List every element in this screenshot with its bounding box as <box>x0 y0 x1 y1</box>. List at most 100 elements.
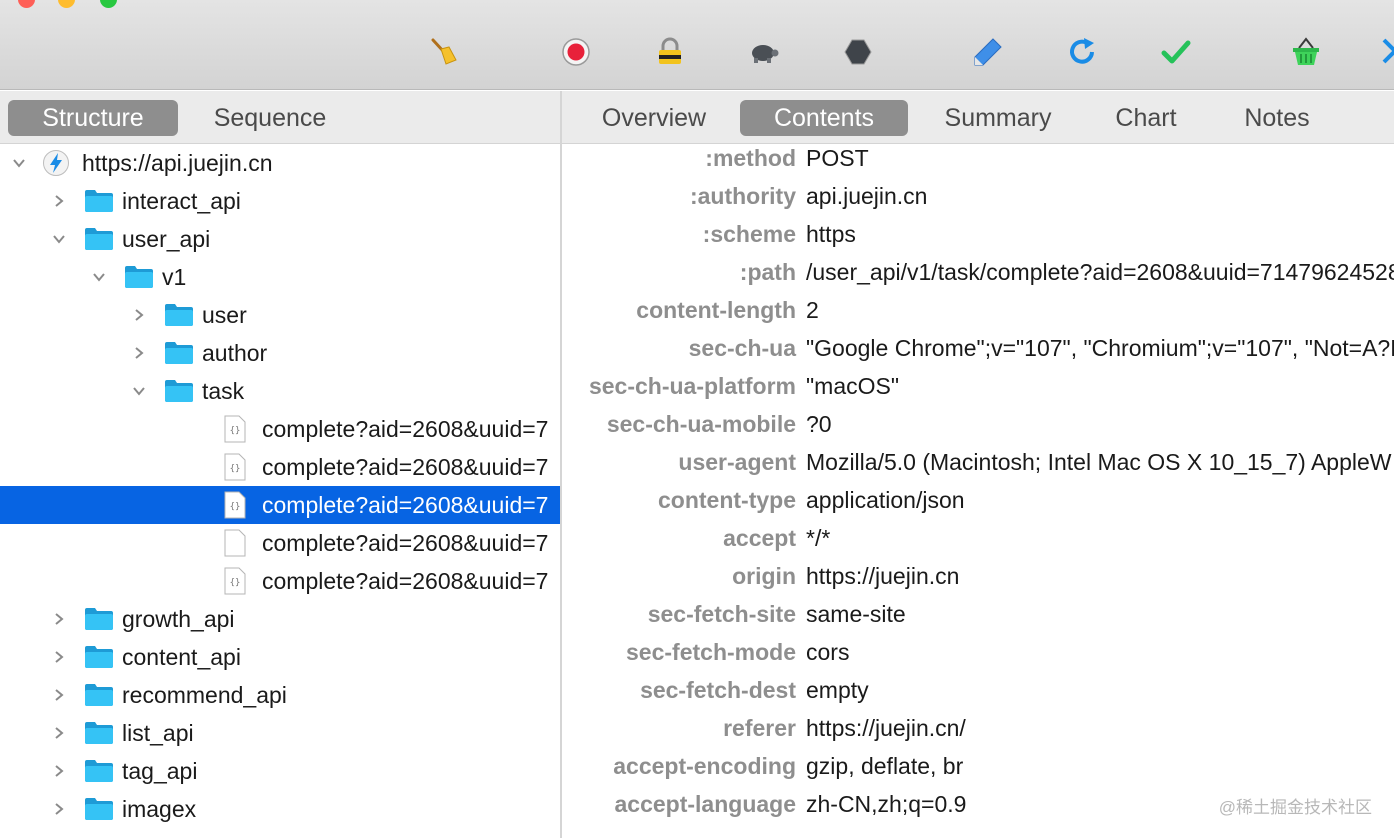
svg-text:{}: {} <box>230 502 241 512</box>
header-row[interactable]: sec-fetch-dest empty <box>562 675 1394 713</box>
header-row[interactable]: :scheme https <box>562 219 1394 257</box>
clear-button[interactable] <box>428 36 460 68</box>
compose-pen-icon <box>974 38 1002 66</box>
header-row[interactable]: :method POST <box>562 143 1394 181</box>
tree-folder-row[interactable]: interact_api <box>0 182 560 220</box>
header-row[interactable]: referer https://juejin.cn/ <box>562 713 1394 751</box>
ssl-proxying-button[interactable] <box>654 36 686 68</box>
header-value: api.juejin.cn <box>806 183 928 209</box>
tab-sequence[interactable]: Sequence <box>190 100 350 136</box>
tree-row-label: complete?aid=2608&uuid=7 <box>262 568 549 594</box>
tools-button[interactable] <box>1380 36 1394 68</box>
tree-folder-row[interactable]: user_api <box>0 220 560 258</box>
header-key: :authority <box>689 183 796 209</box>
chevron-right-icon[interactable] <box>132 308 146 322</box>
header-row[interactable]: content-type application/json <box>562 485 1394 523</box>
header-row[interactable]: sec-fetch-mode cors <box>562 637 1394 675</box>
tree-request-row[interactable]: {} complete?aid=2608&uuid=7 <box>0 486 560 524</box>
header-row[interactable]: sec-ch-ua "Google Chrome";v="107", "Chrom… <box>562 333 1394 371</box>
header-value: application/json <box>806 487 965 513</box>
tree-request-row[interactable]: {} complete?aid=2608&uuid=7 <box>0 562 560 600</box>
folder-icon <box>165 304 193 326</box>
window-minimize-button[interactable] <box>58 0 75 8</box>
chevron-right-icon[interactable] <box>52 650 66 664</box>
toolbar <box>0 0 1394 90</box>
json-file-icon: {} <box>224 415 246 443</box>
chevron-right-icon[interactable] <box>132 346 146 360</box>
tree-request-row[interactable]: complete?aid=2608&uuid=7 <box>0 524 560 562</box>
header-row[interactable]: sec-ch-ua-mobile ?0 <box>562 409 1394 447</box>
header-key: accept-language <box>614 791 797 817</box>
detail-pane: Overview Contents Summary Chart Notes :m… <box>562 91 1394 838</box>
header-key: origin <box>732 563 796 589</box>
header-value: cors <box>806 639 850 665</box>
chevron-right-icon[interactable] <box>52 802 66 816</box>
tab-overview[interactable]: Overview <box>584 100 724 136</box>
header-value: "Google Chrome";v="107", "Chromium";v="1… <box>806 335 1394 361</box>
tab-summary[interactable]: Summary <box>928 100 1068 136</box>
chevron-right-icon[interactable] <box>52 612 66 626</box>
throttle-button[interactable] <box>748 36 780 68</box>
tree-request-row[interactable]: {} complete?aid=2608&uuid=7 <box>0 410 560 448</box>
breakpoint-stop-icon <box>844 39 872 65</box>
tree-row-label: list_api <box>122 720 194 746</box>
record-button[interactable] <box>560 36 592 68</box>
chevron-down-icon[interactable] <box>92 270 106 284</box>
basket-button[interactable] <box>1290 36 1322 68</box>
folder-icon <box>165 380 193 402</box>
tree-folder-row[interactable]: user <box>0 296 560 334</box>
header-key: referer <box>723 715 796 741</box>
tree-folder-row[interactable]: list_api <box>0 714 560 752</box>
chevron-right-icon[interactable] <box>52 688 66 702</box>
header-value: "macOS" <box>806 373 900 399</box>
header-key: accept-encoding <box>613 753 796 779</box>
tree-folder-row[interactable]: growth_api <box>0 600 560 638</box>
header-row[interactable]: :authority api.juejin.cn <box>562 181 1394 219</box>
tab-chart[interactable]: Chart <box>1098 100 1194 136</box>
header-row[interactable]: user-agent Mozilla/5.0 (Macintosh; Intel … <box>562 447 1394 485</box>
validate-button[interactable] <box>1160 36 1192 68</box>
chevron-right-icon[interactable] <box>52 194 66 208</box>
compose-button[interactable] <box>972 36 1004 68</box>
header-row[interactable]: origin https://juejin.cn <box>562 561 1394 599</box>
tree-folder-row[interactable]: task <box>0 372 560 410</box>
tree-folder-row[interactable]: author <box>0 334 560 372</box>
tree-host-row[interactable]: https://api.juejin.cn <box>0 144 560 182</box>
tree-folder-row[interactable]: recommend_api <box>0 676 560 714</box>
tab-notes[interactable]: Notes <box>1224 100 1330 136</box>
tree-row-label: content_api <box>122 644 241 670</box>
chevron-right-icon[interactable] <box>52 726 66 740</box>
folder-icon <box>85 798 113 820</box>
tree-row-label: imagex <box>122 796 197 822</box>
chevron-down-icon[interactable] <box>132 384 146 398</box>
breakpoints-button[interactable] <box>842 36 874 68</box>
header-row[interactable]: content-length 2 <box>562 295 1394 333</box>
repeat-icon <box>1070 38 1094 64</box>
tree-request-row[interactable]: {} complete?aid=2608&uuid=7 <box>0 448 560 486</box>
header-value: 2 <box>806 297 819 323</box>
tree-folder-row[interactable]: tag_api <box>0 752 560 790</box>
tab-contents[interactable]: Contents <box>740 100 908 136</box>
tree-row-label: growth_api <box>122 606 235 632</box>
svg-text:{}: {} <box>230 426 241 436</box>
repeat-button[interactable] <box>1066 36 1098 68</box>
window-zoom-button[interactable] <box>100 0 117 8</box>
header-row[interactable]: accept-encoding gzip, deflate, br <box>562 751 1394 789</box>
header-row[interactable]: sec-fetch-site same-site <box>562 599 1394 637</box>
tree-folder-row[interactable]: imagex <box>0 790 560 828</box>
chevron-right-icon[interactable] <box>52 764 66 778</box>
tree-row-label: task <box>202 378 245 404</box>
tab-structure[interactable]: Structure <box>8 100 178 136</box>
chevron-down-icon[interactable] <box>52 232 66 246</box>
chevron-down-icon[interactable] <box>12 156 26 170</box>
tree-folder-row[interactable]: content_api <box>0 638 560 676</box>
header-value: empty <box>806 677 869 703</box>
watermark: @稀土掘金技术社区 <box>1218 798 1372 817</box>
header-row[interactable]: sec-ch-ua-platform "macOS" <box>562 371 1394 409</box>
folder-icon <box>85 722 113 744</box>
header-row[interactable]: accept */* <box>562 523 1394 561</box>
json-file-icon: {} <box>224 567 246 595</box>
window-close-button[interactable] <box>18 0 35 8</box>
header-row[interactable]: :path/user_api/v1/task/complete?aid=2608… <box>562 257 1394 295</box>
tree-folder-row[interactable]: v1 <box>0 258 560 296</box>
